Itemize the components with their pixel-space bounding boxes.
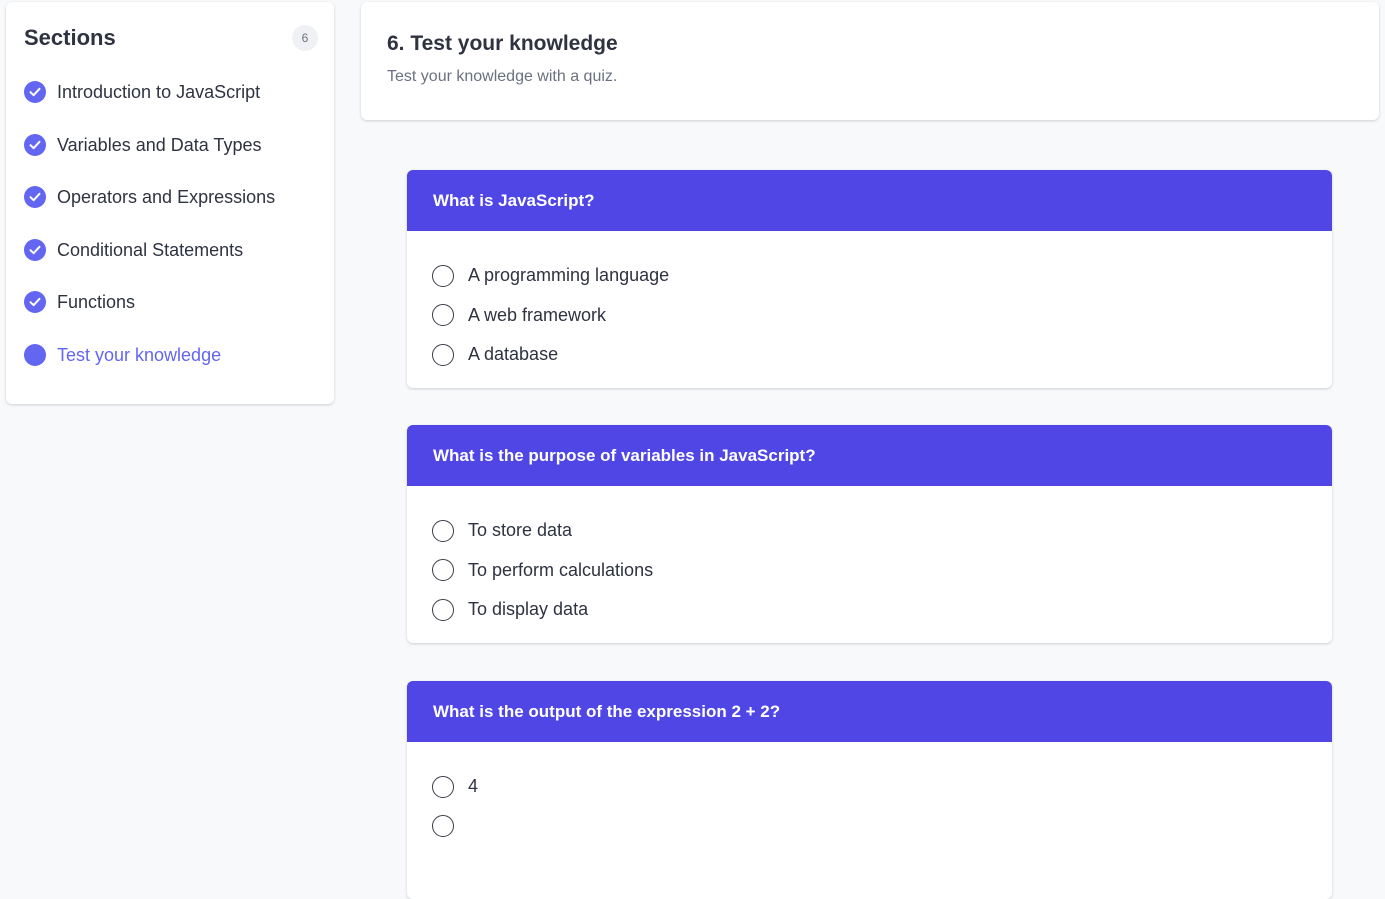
sidebar-item-test-your-knowledge[interactable]: Test your knowledge — [24, 341, 324, 394]
question-text: What is the purpose of variables in Java… — [407, 425, 1332, 486]
radio-icon[interactable] — [432, 815, 454, 838]
question-text: What is JavaScript? — [407, 170, 1332, 231]
page-title: 6. Test your knowledge — [387, 32, 618, 55]
radio-icon[interactable] — [432, 264, 454, 287]
sidebar-item-label: Introduction to JavaScript — [57, 82, 261, 102]
answer-options: To store data To perform calculations To… — [407, 486, 1332, 630]
sidebar-item-conditionals[interactable]: Conditional Statements — [24, 236, 324, 289]
answer-option-label: A database — [468, 344, 559, 365]
radio-icon[interactable] — [432, 775, 454, 798]
sidebar-item-variables[interactable]: Variables and Data Types — [24, 131, 324, 184]
radio-icon[interactable] — [432, 598, 454, 621]
radio-icon[interactable] — [432, 304, 454, 327]
check-circle-icon — [24, 291, 46, 314]
section-count-badge: 6 — [292, 25, 318, 51]
answer-option[interactable] — [432, 807, 1332, 847]
answer-option-label: 4 — [468, 776, 479, 797]
sidebar-item-functions[interactable]: Functions — [24, 288, 324, 341]
sidebar-header: Sections 6 — [24, 24, 318, 52]
sidebar-item-label: Functions — [57, 292, 136, 313]
check-circle-icon — [24, 238, 46, 261]
sidebar-item-introduction[interactable]: Introduction to JavaScript — [24, 78, 324, 131]
answer-options: 4 — [407, 742, 1332, 846]
sidebar-item-label: Operators and Expressions — [57, 187, 276, 208]
sidebar-item-label: Test your knowledge — [57, 344, 222, 365]
question-card: What is the purpose of variables in Java… — [407, 425, 1332, 643]
section-list: Introduction to JavaScript Variables and… — [24, 78, 324, 394]
check-circle-icon — [24, 133, 46, 156]
check-circle-icon — [24, 81, 46, 103]
answer-option-label: A web framework — [468, 304, 607, 325]
radio-icon[interactable] — [432, 519, 454, 542]
filled-circle-icon — [24, 343, 46, 366]
section-header-card: 6. Test your knowledge Test your knowled… — [361, 2, 1379, 120]
sidebar-item-label: Variables and Data Types — [57, 134, 262, 155]
question-card: What is the output of the expression 2 +… — [407, 681, 1332, 899]
sidebar-item-operators[interactable]: Operators and Expressions — [24, 183, 324, 236]
sidebar-title: Sections — [24, 25, 116, 50]
check-circle-icon — [24, 186, 46, 209]
answer-option[interactable]: A programming language — [432, 256, 1332, 296]
answer-option[interactable]: 4 — [432, 767, 1332, 807]
answer-option[interactable]: A database — [432, 335, 1332, 375]
answer-options: A programming language A web framework A… — [407, 231, 1332, 375]
radio-icon[interactable] — [432, 343, 454, 366]
answer-option-label: To perform calculations — [468, 559, 654, 580]
page-subtitle: Test your knowledge with a quiz. — [387, 68, 618, 85]
answer-option[interactable]: To perform calculations — [432, 551, 1332, 591]
answer-option[interactable]: A web framework — [432, 296, 1332, 336]
answer-option-label: To store data — [468, 520, 573, 541]
question-text: What is the output of the expression 2 +… — [407, 681, 1332, 742]
sidebar-item-label: Conditional Statements — [57, 239, 244, 260]
answer-option-label: To display data — [468, 599, 589, 620]
answer-option-label: A programming language — [468, 265, 670, 286]
answer-option[interactable]: To display data — [432, 590, 1332, 630]
radio-icon[interactable] — [432, 559, 454, 582]
question-card: What is JavaScript? A programming langua… — [407, 170, 1332, 388]
answer-option[interactable]: To store data — [432, 511, 1332, 551]
sections-sidebar: Sections 6 Introduction to JavaScript Va… — [6, 2, 334, 404]
